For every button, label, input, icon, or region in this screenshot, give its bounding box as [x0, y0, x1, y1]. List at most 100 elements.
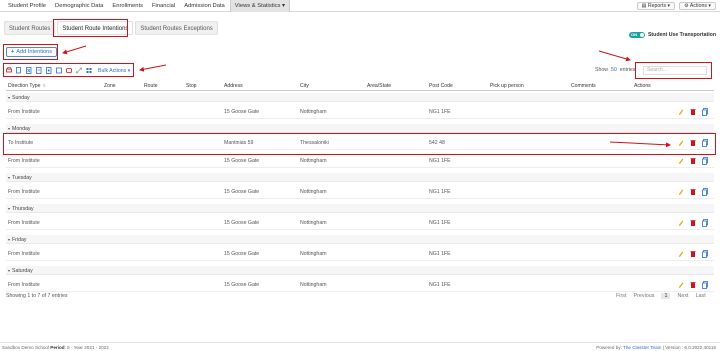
- entries-per-page-select[interactable]: 50: [611, 67, 617, 73]
- column-zone[interactable]: Zone: [104, 83, 116, 89]
- table-row[interactable]: From Institute 15 Goose Gate Nottingham NG1…: [6, 248, 714, 261]
- group-header-2[interactable]: ▾ Tuesday: [6, 173, 714, 182]
- duplicate-icon[interactable]: [702, 108, 708, 116]
- chevron-down-icon: ▾: [8, 126, 11, 131]
- delete-icon[interactable]: [690, 250, 696, 258]
- tab-demographic-data[interactable]: Demographic Data: [51, 0, 108, 12]
- sort-icon: ⇅: [42, 83, 46, 88]
- actions-dropdown[interactable]: ⚙ Actions ▾: [679, 2, 716, 10]
- pager-current[interactable]: 1: [661, 293, 671, 299]
- column-label: Post Code: [429, 83, 453, 89]
- edit-icon[interactable]: [678, 157, 684, 165]
- highlight-active-subtab: [53, 19, 128, 37]
- edit-icon[interactable]: [678, 108, 684, 116]
- pager-previous[interactable]: Previous: [633, 293, 654, 299]
- column-label: Route: [144, 83, 158, 89]
- pager-last[interactable]: Last: [696, 293, 706, 299]
- delete-icon[interactable]: [690, 281, 696, 289]
- column-label: Zone: [104, 83, 116, 89]
- powered-by-label: Powered by:: [596, 345, 622, 350]
- edit-icon[interactable]: [678, 188, 684, 196]
- subtab-student-routes-exceptions[interactable]: Student Routes Exceptions: [135, 21, 218, 35]
- delete-icon[interactable]: [690, 188, 696, 196]
- status-bar: Sandbox Demo School Period: 5 - Year 202…: [0, 342, 720, 351]
- duplicate-icon[interactable]: [702, 188, 708, 196]
- delete-icon[interactable]: [690, 157, 696, 165]
- delete-icon[interactable]: [690, 108, 696, 116]
- show-entries-prefix: Show: [595, 67, 608, 73]
- show-entries: Show 50 entries: [595, 67, 635, 73]
- delete-icon[interactable]: [690, 219, 696, 227]
- tab-admission-data[interactable]: Admission Data: [180, 0, 230, 12]
- edit-icon[interactable]: [678, 281, 684, 289]
- table-row[interactable]: From Institute 15 Goose Gate Nottingham NG1…: [6, 155, 714, 168]
- cell-postcode: NG1 1FE: [429, 220, 451, 226]
- duplicate-icon[interactable]: [702, 219, 708, 227]
- chevron-down-icon: ▾: [8, 268, 11, 273]
- period-label: Period: [50, 345, 65, 350]
- table-row[interactable]: From Institute 15 Goose Gate Nottingham NG1…: [6, 106, 714, 119]
- duplicate-icon[interactable]: [702, 281, 708, 289]
- group-day-label: Monday: [12, 126, 31, 132]
- cell-address: 15 Goose Gate: [224, 158, 260, 164]
- table-row[interactable]: From Institute 15 Goose Gate Nottingham NG1…: [6, 279, 714, 292]
- cell-postcode: NG1 1FE: [429, 109, 451, 115]
- group-header-0[interactable]: ▾ Sunday: [6, 93, 714, 102]
- column-label: Pick up person: [490, 83, 524, 89]
- table-info: Showing 1 to 7 of 7 entries: [6, 293, 68, 299]
- transport-toggle-label: Student Use Transportation: [647, 32, 716, 38]
- tab-financial[interactable]: Financial: [148, 0, 180, 12]
- group-day-label: Saturday: [12, 268, 33, 274]
- group-header-3[interactable]: ▾ Thursday: [6, 204, 714, 213]
- cell-city: Nottingham: [300, 158, 327, 164]
- column-area-state[interactable]: Area/State: [367, 83, 391, 89]
- cell-address: 15 Goose Gate: [224, 109, 260, 115]
- group-day-label: Sunday: [12, 95, 30, 101]
- version-text: | Version : 6.0.2022.40119: [662, 345, 716, 350]
- group-header-1[interactable]: ▾ Monday: [6, 124, 714, 133]
- highlight-add-button: [3, 44, 58, 60]
- cell-city: Nottingham: [300, 282, 327, 288]
- column-address[interactable]: Address: [224, 83, 243, 89]
- classter-team-link[interactable]: The Classter Team: [623, 345, 661, 350]
- column-label: City: [300, 83, 309, 89]
- chevron-down-icon: ▾: [8, 237, 11, 242]
- arrow-to-search: [598, 50, 631, 62]
- cell-address: 15 Goose Gate: [224, 282, 260, 288]
- tab-student-profile[interactable]: Student Profile: [4, 0, 51, 12]
- column-comments[interactable]: Comments: [571, 83, 596, 89]
- duplicate-icon[interactable]: [702, 157, 708, 165]
- edit-icon[interactable]: [678, 219, 684, 227]
- reports-dropdown[interactable]: ▤ Reports ▾: [636, 2, 676, 10]
- group-day-label: Friday: [12, 237, 27, 243]
- transport-toggle-group: ON Student Use Transportation: [628, 32, 716, 38]
- column-pickup-person[interactable]: Pick up person: [490, 83, 524, 89]
- cell-address: 15 Goose Gate: [224, 189, 260, 195]
- highlight-search: [635, 62, 712, 79]
- column-actions: Actions: [634, 83, 651, 89]
- group-day-label: Tuesday: [12, 175, 32, 181]
- group-header-4[interactable]: ▾ Friday: [6, 235, 714, 244]
- chevron-down-icon: ▾: [8, 175, 11, 180]
- edit-icon[interactable]: [678, 250, 684, 258]
- pager-next[interactable]: Next: [677, 293, 688, 299]
- tab-enrollments[interactable]: Enrollments: [108, 0, 148, 12]
- tab-views-statistics[interactable]: Views & Statistics ▾: [229, 0, 290, 12]
- sandbox-label: Sandbox: [2, 345, 21, 350]
- table-row[interactable]: From Institute 15 Goose Gate Nottingham NG1…: [6, 217, 714, 230]
- cell-direction: From Institute: [8, 220, 40, 226]
- column-city[interactable]: City: [300, 83, 309, 89]
- column-post-code[interactable]: Post Code: [429, 83, 453, 89]
- cell-postcode: NG1 1FE: [429, 251, 451, 257]
- column-route[interactable]: Route: [144, 83, 158, 89]
- pager-first[interactable]: First: [616, 293, 626, 299]
- subtab-student-routes[interactable]: Student Routes: [4, 21, 56, 35]
- group-header-5[interactable]: ▾ Saturday: [6, 266, 714, 275]
- cell-city: Nottingham: [300, 109, 327, 115]
- transport-toggle[interactable]: ON: [628, 32, 645, 38]
- table-row[interactable]: From Institute 15 Goose Gate Nottingham NG1…: [6, 186, 714, 199]
- duplicate-icon[interactable]: [702, 250, 708, 258]
- column-label: Actions: [634, 83, 651, 89]
- column-direction-type[interactable]: Direction Type ⇅: [8, 83, 46, 89]
- column-stop[interactable]: Stop: [186, 83, 196, 89]
